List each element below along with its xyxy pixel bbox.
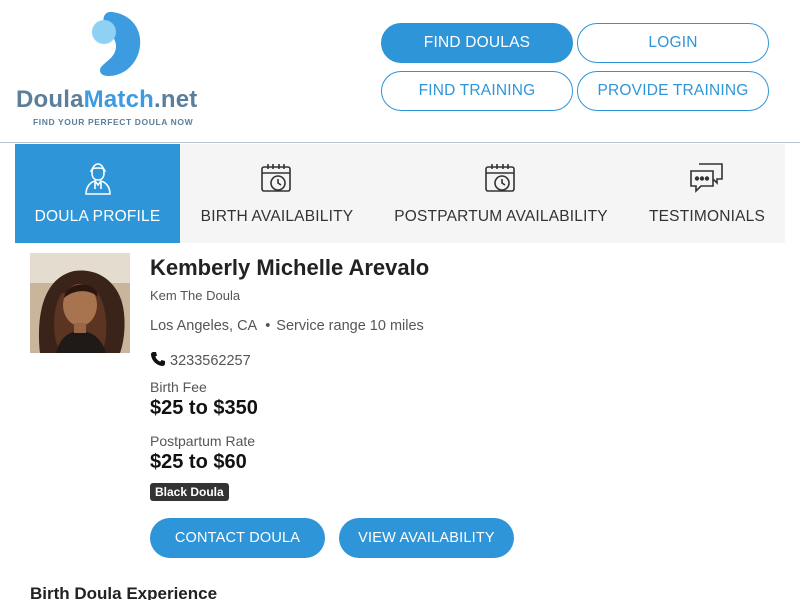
phone-icon: [151, 352, 165, 366]
calendar-clock-icon: [261, 164, 291, 192]
tab-label: BIRTH AVAILABILITY: [200, 208, 354, 225]
doula-profile-photo: [30, 253, 130, 353]
view-availability-button[interactable]: VIEW AVAILABILITY: [339, 518, 514, 558]
logo-tagline: FIND YOUR PERFECT DOULA NOW: [33, 117, 194, 127]
site-header: DoulaMatch.net FIND YOUR PERFECT DOULA N…: [0, 0, 800, 143]
birth-fee-value: $25 to $350: [150, 397, 258, 419]
tab-testimonials[interactable]: TESTIMONIALS: [637, 144, 777, 243]
calendar-clock-icon: [485, 164, 515, 192]
tab-postpartum-availability[interactable]: POSTPARTUM AVAILABILITY: [387, 144, 615, 243]
doula-city: Los Angeles, CA: [150, 318, 258, 334]
doula-phone[interactable]: 3233562257: [150, 351, 251, 369]
black-doula-badge: Black Doula: [150, 483, 229, 501]
doula-location: Los Angeles, CA • Service range 10 miles: [150, 318, 424, 334]
provide-training-button[interactable]: PROVIDE TRAINING: [577, 71, 769, 111]
contact-doula-button[interactable]: CONTACT DOULA: [150, 518, 325, 558]
tab-label: DOULA PROFILE: [34, 208, 161, 225]
tab-label: POSTPARTUM AVAILABILITY: [394, 208, 608, 225]
postpartum-rate-value: $25 to $60: [150, 451, 247, 473]
doula-name: Kemberly Michelle Arevalo: [150, 255, 430, 280]
logo-wordmark: DoulaMatch.net: [16, 86, 198, 113]
login-button[interactable]: LOGIN: [577, 23, 769, 63]
birth-fee-label: Birth Fee: [150, 379, 207, 395]
chat-bubbles-icon: [690, 163, 723, 193]
separator-dot: •: [265, 318, 271, 334]
birth-doula-experience-heading: Birth Doula Experience: [30, 584, 218, 600]
site-logo[interactable]: DoulaMatch.net FIND YOUR PERFECT DOULA N…: [16, 10, 221, 132]
tab-doula-profile[interactable]: DOULA PROFILE: [15, 144, 180, 243]
tab-label: TESTIMONIALS: [648, 208, 766, 225]
doula-nickname: Kem The Doula: [150, 288, 241, 303]
profile-tabs: DOULA PROFILE BIRTH AVAILABILITY POSTPAR…: [15, 144, 785, 243]
find-doulas-button[interactable]: FIND DOULAS: [381, 23, 573, 63]
person-icon: [84, 163, 111, 195]
find-training-button[interactable]: FIND TRAINING: [381, 71, 573, 111]
tab-birth-availability[interactable]: BIRTH AVAILABILITY: [189, 144, 365, 243]
phone-number: 3233562257: [170, 353, 251, 369]
logo-drop-icon: [92, 11, 141, 77]
postpartum-rate-label: Postpartum Rate: [150, 433, 256, 449]
service-range: Service range 10 miles: [276, 318, 424, 334]
